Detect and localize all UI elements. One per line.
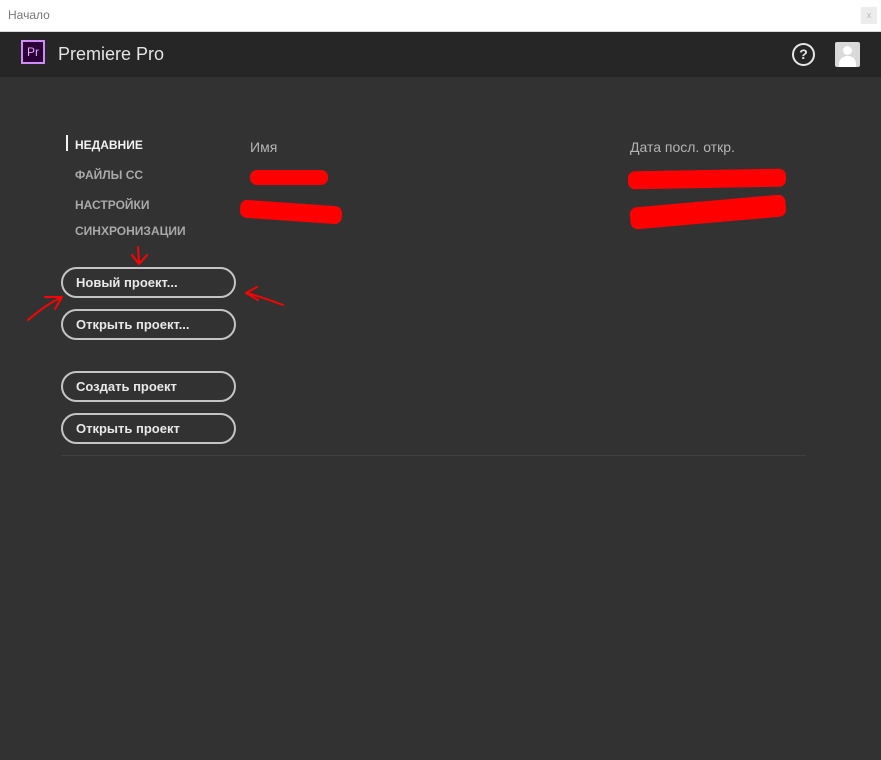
annotation-arrow-down (131, 246, 148, 265)
annotation-arrow-right (245, 286, 284, 306)
annotation-arrows (27, 246, 284, 321)
annotation-arrow-left (27, 296, 63, 321)
